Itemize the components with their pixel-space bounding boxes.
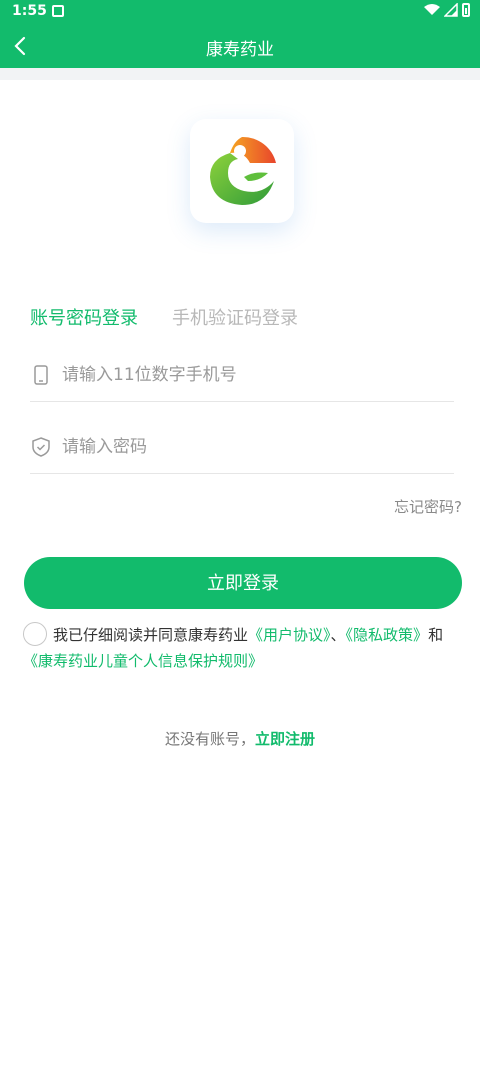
wifi-icon — [424, 4, 440, 15]
nav-bar: 康寿药业 — [0, 24, 480, 68]
battery-icon — [462, 3, 470, 17]
status-icons — [424, 3, 470, 17]
privacy-policy-link[interactable]: 《隐私政策》 — [346, 626, 429, 644]
password-input[interactable] — [62, 432, 442, 462]
status-bar: 1:55 — [0, 0, 480, 24]
app-logo — [190, 119, 294, 223]
agreement-text: 我已仔细阅读并同意康寿药业《用户协议》、《隐私政策》和《康寿药业儿童个人信息保护… — [23, 622, 463, 674]
page-title: 康寿药业 — [206, 40, 274, 60]
phone-icon — [34, 365, 48, 385]
forgot-password-link[interactable]: 忘记密码? — [394, 496, 462, 517]
user-agreement-link[interactable]: 《用户协议》 — [248, 626, 331, 644]
agree-and: 和 — [428, 626, 444, 644]
status-time: 1:55 — [12, 3, 47, 19]
phone-field — [30, 352, 454, 402]
signal-icon — [444, 3, 458, 17]
leaf-logo-icon — [210, 136, 276, 205]
register-link[interactable]: 立即注册 — [255, 730, 315, 748]
header-divider — [0, 68, 480, 80]
register-prompt: 还没有账号， — [164, 730, 255, 748]
login-button[interactable]: 立即登录 — [24, 557, 462, 609]
child-rules-link[interactable]: 《康寿药业儿童个人信息保护规则》 — [23, 652, 263, 670]
login-tabs: 账号密码登录 手机验证码登录 — [30, 304, 298, 330]
password-field — [30, 424, 454, 474]
shield-icon — [32, 437, 50, 457]
agree-separator: 、 — [330, 626, 346, 644]
agree-label: 我已仔细阅读并同意康寿药业 — [53, 626, 249, 644]
register-row: 还没有账号，立即注册 — [0, 728, 480, 749]
phone-input[interactable] — [62, 360, 442, 390]
tab-sms-login[interactable]: 手机验证码登录 — [172, 304, 298, 330]
sim-icon — [52, 5, 64, 17]
tab-password-login[interactable]: 账号密码登录 — [30, 304, 138, 330]
agree-checkbox[interactable] — [23, 622, 47, 646]
